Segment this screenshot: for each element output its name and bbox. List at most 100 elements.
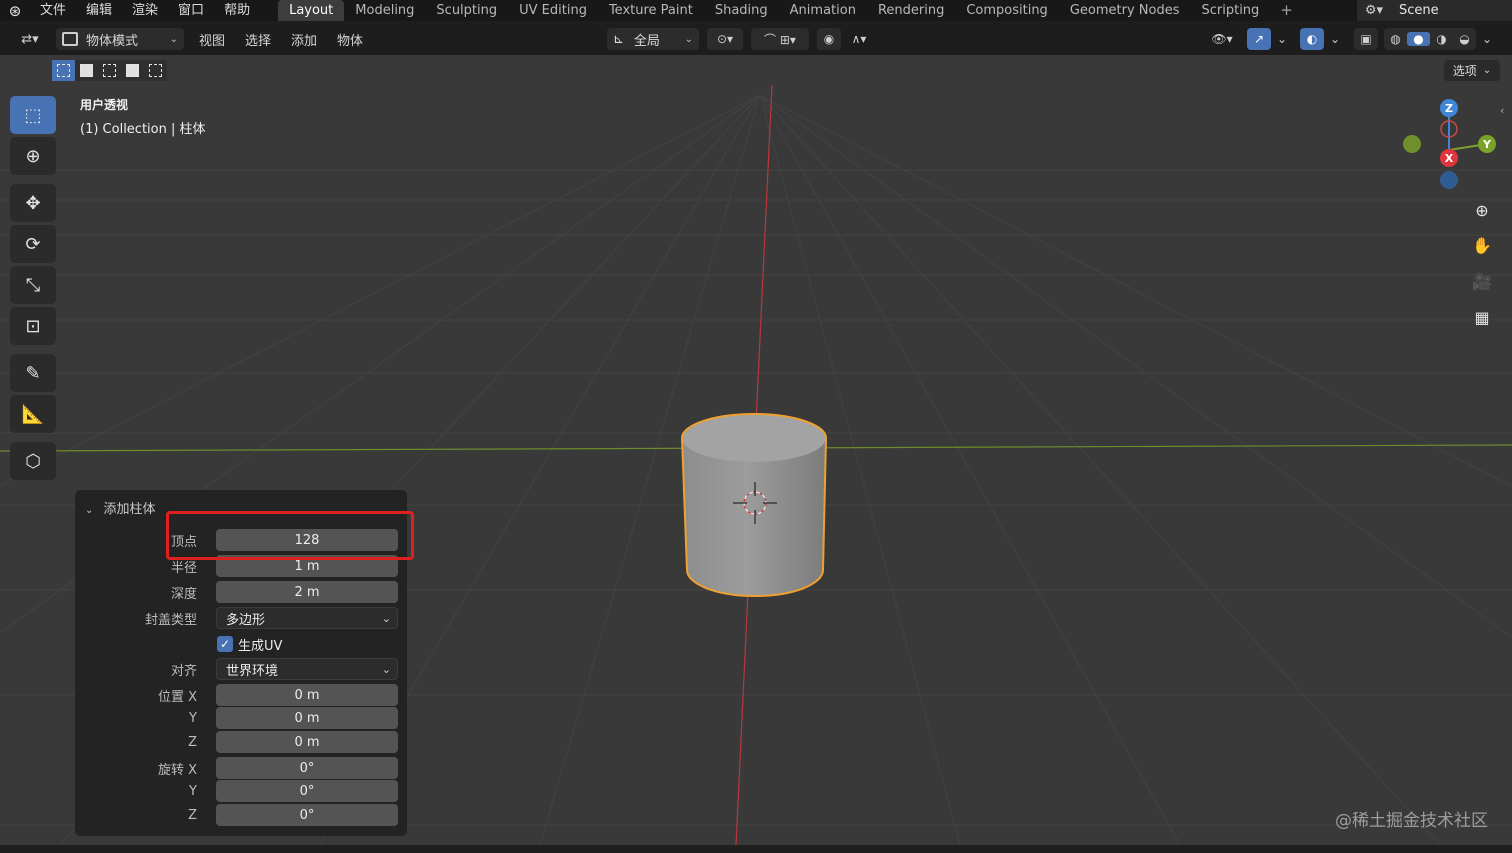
snap-button[interactable]: ⌒ ⊞▾ <box>751 28 809 50</box>
gizmo-neg-z[interactable] <box>1440 171 1458 189</box>
cursor-tool-icon[interactable]: ⊕ <box>10 137 56 175</box>
gen-uv-label: 生成UV <box>238 638 283 654</box>
menu-object[interactable]: 物体 <box>337 30 363 49</box>
falloff-icon[interactable]: ∧▾ <box>843 28 875 50</box>
depth-field[interactable]: 2 m <box>216 581 398 603</box>
rotation-y-row: Y 0° <box>75 780 407 802</box>
object-mode-icon <box>62 32 78 46</box>
rotation-z-label: Z <box>188 807 197 823</box>
transform-tool-icon[interactable]: ⊡ <box>10 307 56 345</box>
align-dropdown[interactable]: 世界环境 ⌄ <box>216 658 398 680</box>
location-z-field[interactable]: 0 m <box>216 731 398 753</box>
rendered-shading-icon[interactable]: ◒ <box>1453 32 1476 46</box>
rotation-x-label: 旋转 X <box>157 762 197 778</box>
chevron-down-icon[interactable]: ⌄ <box>1273 28 1291 50</box>
menu-help[interactable]: 帮助 <box>214 0 260 21</box>
tab-geometry-nodes[interactable]: Geometry Nodes <box>1059 0 1191 21</box>
proportional-edit-icon[interactable]: ◉ <box>817 28 841 50</box>
rotation-y-field[interactable]: 0° <box>216 780 398 802</box>
select-new-icon[interactable] <box>52 60 75 81</box>
orientation-label: 全局 <box>633 33 660 49</box>
pivot-point-button[interactable]: ⊙▾ <box>707 28 743 50</box>
pan-hand-icon[interactable]: ✋ <box>1465 230 1499 260</box>
select-box-tool-icon[interactable]: ⬚ <box>10 96 56 134</box>
chevron-down-icon[interactable]: ⌄ <box>1326 28 1344 50</box>
menu-window[interactable]: 窗口 <box>168 0 214 21</box>
sidebar-toggle-icon[interactable]: ‹ <box>1500 104 1504 117</box>
add-cube-tool-icon[interactable]: ⬡ <box>10 442 56 480</box>
panel-header[interactable]: ⌄ 添加柱体 <box>85 498 156 517</box>
location-x-field[interactable]: 0 m <box>216 684 398 706</box>
navigation-gizmo[interactable]: Z Y X <box>1395 96 1505 196</box>
chevron-down-icon: ⌄ <box>85 505 94 516</box>
gizmo-neg-y[interactable] <box>1403 135 1421 153</box>
chevron-down-icon: ⌄ <box>1482 65 1492 76</box>
transform-orientation-dropdown[interactable]: ⊾ 全局 ⌄ <box>607 28 699 50</box>
cylinder-object[interactable] <box>675 410 835 610</box>
orientation-icon: ⊾ <box>613 31 624 47</box>
cap-type-dropdown[interactable]: 多边形 ⌄ <box>216 607 398 629</box>
gizmo-toggle-icon[interactable]: ↗ <box>1247 28 1271 50</box>
tool-shelf: ⬚ ⊕ ✥ ⟳ ⤡ ⊡ ✎ 📐 ⬡ <box>10 96 58 483</box>
align-value: 世界环境 <box>226 663 279 679</box>
menu-render[interactable]: 渲染 <box>122 0 168 21</box>
visibility-icon[interactable]: 👁▾ <box>1203 28 1241 50</box>
tab-texture-paint[interactable]: Texture Paint <box>598 0 704 21</box>
cap-type-row: 封盖类型 多边形 ⌄ <box>75 607 407 629</box>
scale-tool-icon[interactable]: ⤡ <box>10 266 56 304</box>
editor-type-button[interactable]: ⇄▾ <box>10 28 50 50</box>
measure-tool-icon[interactable]: 📐 <box>10 395 56 433</box>
rotation-x-field[interactable]: 0° <box>216 757 398 779</box>
rotation-z-field[interactable]: 0° <box>216 804 398 826</box>
location-y-field[interactable]: 0 m <box>216 707 398 729</box>
add-workspace-button[interactable]: + <box>1270 0 1303 21</box>
select-subtract-icon[interactable] <box>98 60 121 81</box>
tab-uv-editing[interactable]: UV Editing <box>508 0 598 21</box>
solid-shading-icon[interactable]: ● <box>1407 32 1430 46</box>
gen-uv-checkbox[interactable]: ✓ 生成UV <box>217 635 282 654</box>
tab-sculpting[interactable]: Sculpting <box>425 0 508 21</box>
gizmo-z-label: Z <box>1445 102 1453 115</box>
chevron-down-icon: ⌄ <box>169 33 178 45</box>
tab-scripting[interactable]: Scripting <box>1190 0 1270 21</box>
menu-view[interactable]: 视图 <box>199 30 225 49</box>
tab-layout[interactable]: Layout <box>278 0 345 21</box>
status-bar <box>0 845 1512 853</box>
rotate-tool-icon[interactable]: ⟳ <box>10 225 56 263</box>
tab-shading[interactable]: Shading <box>704 0 779 21</box>
camera-view-icon[interactable]: 🎥 <box>1465 266 1499 296</box>
location-y-row: Y 0 m <box>75 707 407 729</box>
watermark: @稀土掘金技术社区 <box>1335 811 1488 831</box>
mode-dropdown[interactable]: 物体模式 ⌄ <box>56 28 184 50</box>
menu-edit[interactable]: 编辑 <box>76 0 122 21</box>
tab-rendering[interactable]: Rendering <box>867 0 955 21</box>
viewport-menus: 视图 选择 添加 物体 <box>199 28 383 50</box>
ortho-grid-icon[interactable]: ▦ <box>1465 302 1499 332</box>
move-tool-icon[interactable]: ✥ <box>10 184 56 222</box>
collection-label: (1) Collection | 柱体 <box>80 122 206 137</box>
select-extend-icon[interactable] <box>75 60 98 81</box>
select-intersect-icon[interactable] <box>144 60 167 81</box>
material-shading-icon[interactable]: ◑ <box>1430 32 1453 46</box>
menu-select[interactable]: 选择 <box>245 30 271 49</box>
blender-logo-icon[interactable]: ⊛ <box>0 0 30 21</box>
menu-file[interactable]: 文件 <box>30 0 76 21</box>
align-label: 对齐 <box>170 663 197 679</box>
checkmark-icon: ✓ <box>217 636 233 652</box>
options-label: 选项 <box>1452 64 1477 78</box>
rotation-z-row: Z 0° <box>75 804 407 826</box>
select-invert-icon[interactable] <box>121 60 144 81</box>
tab-animation[interactable]: Animation <box>779 0 867 21</box>
menu-add[interactable]: 添加 <box>291 30 317 49</box>
overlay-toggle-icon[interactable]: ◐ <box>1300 28 1324 50</box>
zoom-icon[interactable]: ⊕ <box>1465 195 1499 225</box>
options-dropdown[interactable]: 选项 ⌄ <box>1444 60 1500 81</box>
chevron-down-icon[interactable]: ⌄ <box>1478 28 1496 50</box>
tab-modeling[interactable]: Modeling <box>344 0 425 21</box>
wireframe-shading-icon[interactable]: ◍ <box>1384 32 1407 46</box>
location-z-row: Z 0 m <box>75 731 407 753</box>
xray-toggle-icon[interactable]: ▣ <box>1354 28 1378 50</box>
scene-selector[interactable]: ⚙▾ Scene <box>1357 0 1512 21</box>
annotate-tool-icon[interactable]: ✎ <box>10 354 56 392</box>
tab-compositing[interactable]: Compositing <box>955 0 1059 21</box>
